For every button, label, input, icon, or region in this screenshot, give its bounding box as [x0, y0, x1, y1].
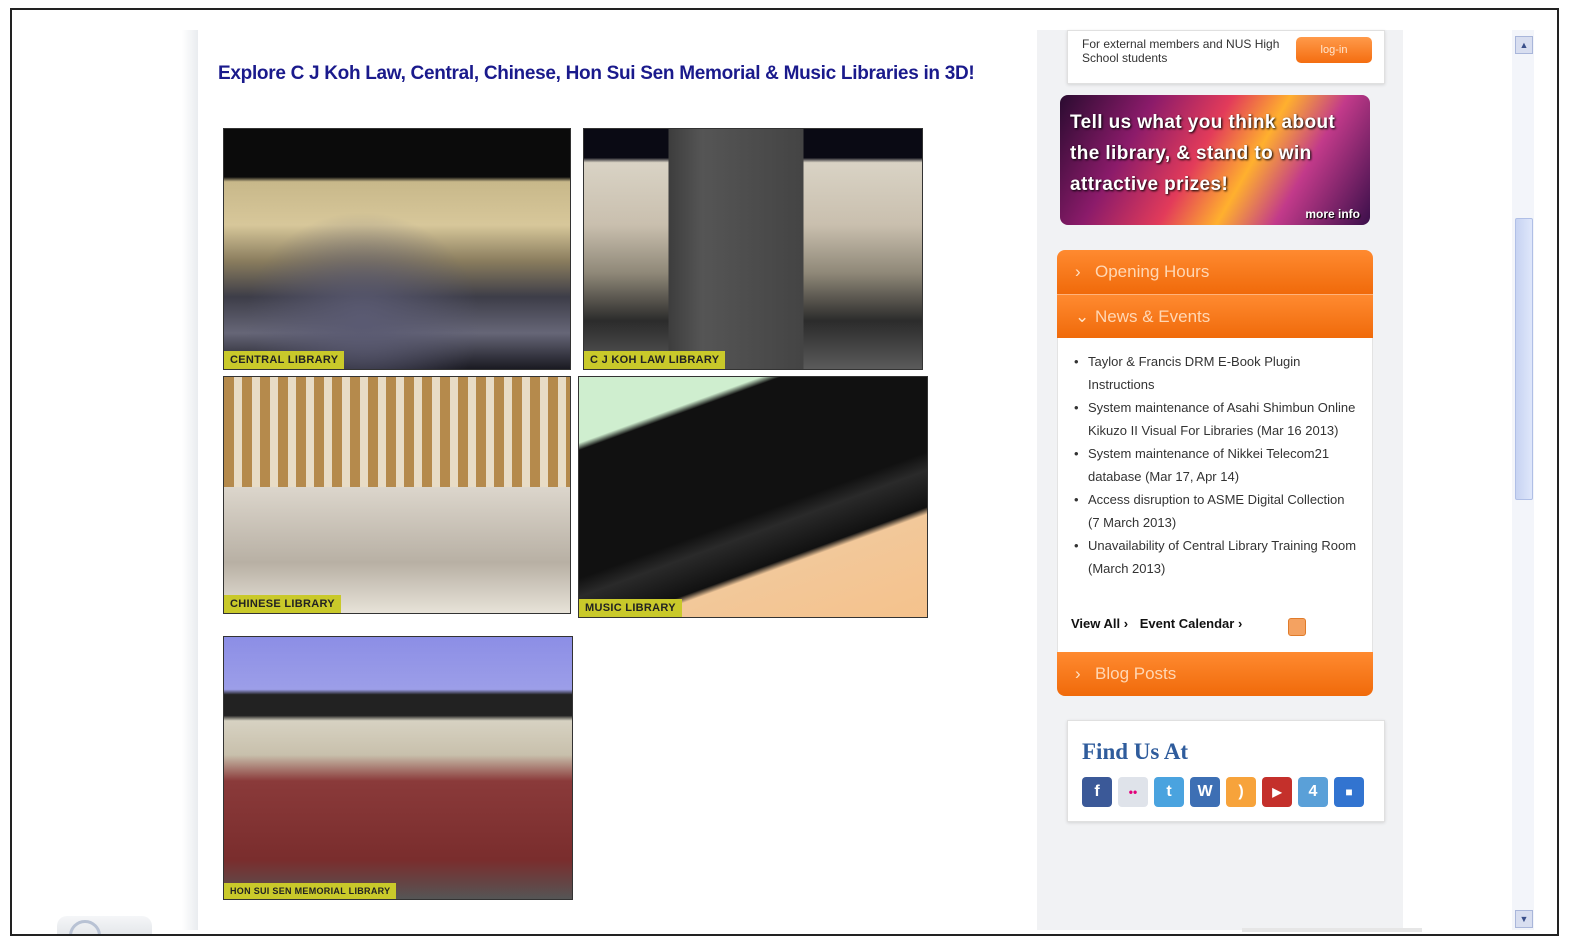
promo-more-info-link[interactable]: more info — [1305, 207, 1360, 221]
facebook-icon[interactable]: f — [1082, 777, 1112, 807]
delicious-icon[interactable]: ■ — [1334, 777, 1364, 807]
accordion-blog-posts[interactable]: › Blog Posts — [1057, 652, 1373, 696]
main-content: Explore C J Koh Law, Central, Chinese, H… — [198, 30, 1038, 930]
news-events-panel: Taylor & Francis DRM E-Book Plugin Instr… — [1057, 338, 1373, 652]
wordpress-icon[interactable]: W — [1190, 777, 1220, 807]
rss-feed-icon[interactable] — [1288, 618, 1306, 636]
back-to-top-icon[interactable] — [57, 916, 152, 934]
login-description: For external members and NUS High School… — [1082, 37, 1280, 65]
accordion-opening-hours[interactable]: › Opening Hours — [1057, 250, 1373, 294]
hon-sui-sen-memorial-library-3d-tile[interactable]: HON SUI SEN MEMORIAL LIBRARY — [223, 636, 573, 900]
login-button[interactable]: log-in — [1296, 37, 1372, 63]
tile-label: MUSIC LIBRARY — [579, 599, 682, 617]
tile-label: CHINESE LIBRARY — [224, 595, 341, 613]
rss-icon[interactable]: ) — [1226, 777, 1256, 807]
accordion-news-events[interactable]: ⌄ News & Events — [1057, 294, 1373, 338]
browser-window: Explore C J Koh Law, Central, Chinese, H… — [10, 8, 1559, 936]
tile-label: CENTRAL LIBRARY — [224, 351, 345, 369]
content-shadow — [182, 30, 198, 930]
chevron-right-icon: › — [1075, 262, 1081, 281]
social-links: f •• t W ) ▶ 4 ■ — [1082, 777, 1364, 807]
accordion-label: Opening Hours — [1095, 262, 1210, 281]
promo-text: Tell us what you think about the library… — [1070, 112, 1336, 195]
news-list: Taylor & Francis DRM E-Book Plugin Instr… — [1058, 338, 1372, 580]
foursquare-icon[interactable]: 4 — [1298, 777, 1328, 807]
central-library-3d-tile[interactable]: CENTRAL LIBRARY — [223, 128, 571, 370]
scrollbar-thumb[interactable] — [1515, 218, 1533, 500]
vertical-scrollbar[interactable]: ▲ ▼ — [1512, 30, 1534, 930]
cj-koh-law-library-3d-tile[interactable]: C J KOH LAW LIBRARY — [583, 128, 923, 370]
accordion-label: News & Events — [1095, 307, 1211, 326]
feedback-promo-banner[interactable]: Tell us what you think about the library… — [1060, 95, 1370, 225]
view-all-link[interactable]: View All › — [1071, 616, 1128, 631]
tile-label: C J KOH LAW LIBRARY — [584, 351, 726, 369]
news-item[interactable]: Access disruption to ASME Digital Collec… — [1074, 488, 1358, 534]
chevron-down-icon: ⌄ — [1075, 307, 1090, 326]
event-calendar-link[interactable]: Event Calendar › — [1140, 616, 1243, 631]
chinese-library-3d-tile[interactable]: CHINESE LIBRARY — [223, 376, 571, 614]
bottom-divider — [1242, 928, 1422, 932]
page-heading: Explore C J Koh Law, Central, Chinese, H… — [218, 63, 975, 84]
music-library-3d-tile[interactable]: MUSIC LIBRARY — [578, 376, 928, 618]
accordion-label: Blog Posts — [1095, 664, 1177, 683]
external-login-box: For external members and NUS High School… — [1067, 30, 1385, 84]
scroll-down-arrow-icon[interactable]: ▼ — [1515, 910, 1533, 928]
news-item[interactable]: Unavailability of Central Library Traini… — [1074, 534, 1358, 580]
scroll-up-arrow-icon[interactable]: ▲ — [1515, 36, 1533, 54]
flickr-icon[interactable]: •• — [1118, 777, 1148, 807]
news-item[interactable]: System maintenance of Nikkei Telecom21 d… — [1074, 442, 1358, 488]
find-us-title: Find Us At — [1082, 739, 1189, 764]
find-us-box: Find Us At f •• t W ) ▶ 4 ■ — [1067, 720, 1385, 822]
news-item[interactable]: System maintenance of Asahi Shimbun Onli… — [1074, 396, 1358, 442]
tile-label: HON SUI SEN MEMORIAL LIBRARY — [224, 883, 397, 899]
news-item[interactable]: Taylor & Francis DRM E-Book Plugin Instr… — [1074, 350, 1358, 396]
youtube-icon[interactable]: ▶ — [1262, 777, 1292, 807]
news-links: View All › Event Calendar › — [1071, 616, 1250, 631]
twitter-icon[interactable]: t — [1154, 777, 1184, 807]
chevron-right-icon: › — [1075, 664, 1081, 683]
